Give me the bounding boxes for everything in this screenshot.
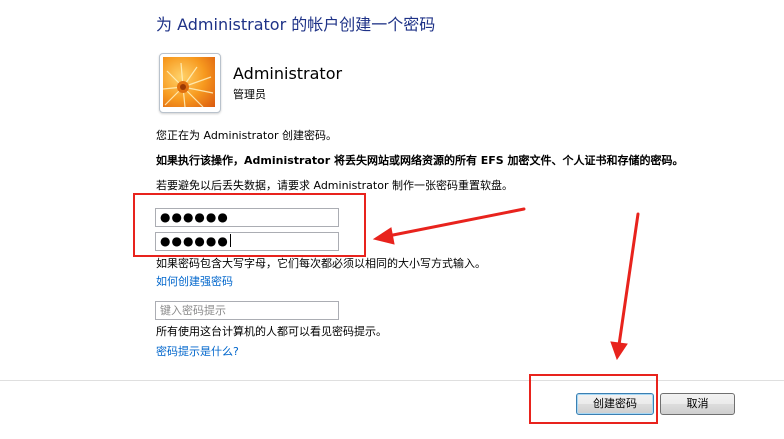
annotation-arrow-to-button [617, 212, 640, 347]
annotation-arrows [372, 207, 640, 361]
annotation-arrow-to-fields [386, 207, 526, 238]
annotation-arrowhead-fields [372, 227, 395, 245]
annotation-arrowhead-button [610, 341, 628, 361]
